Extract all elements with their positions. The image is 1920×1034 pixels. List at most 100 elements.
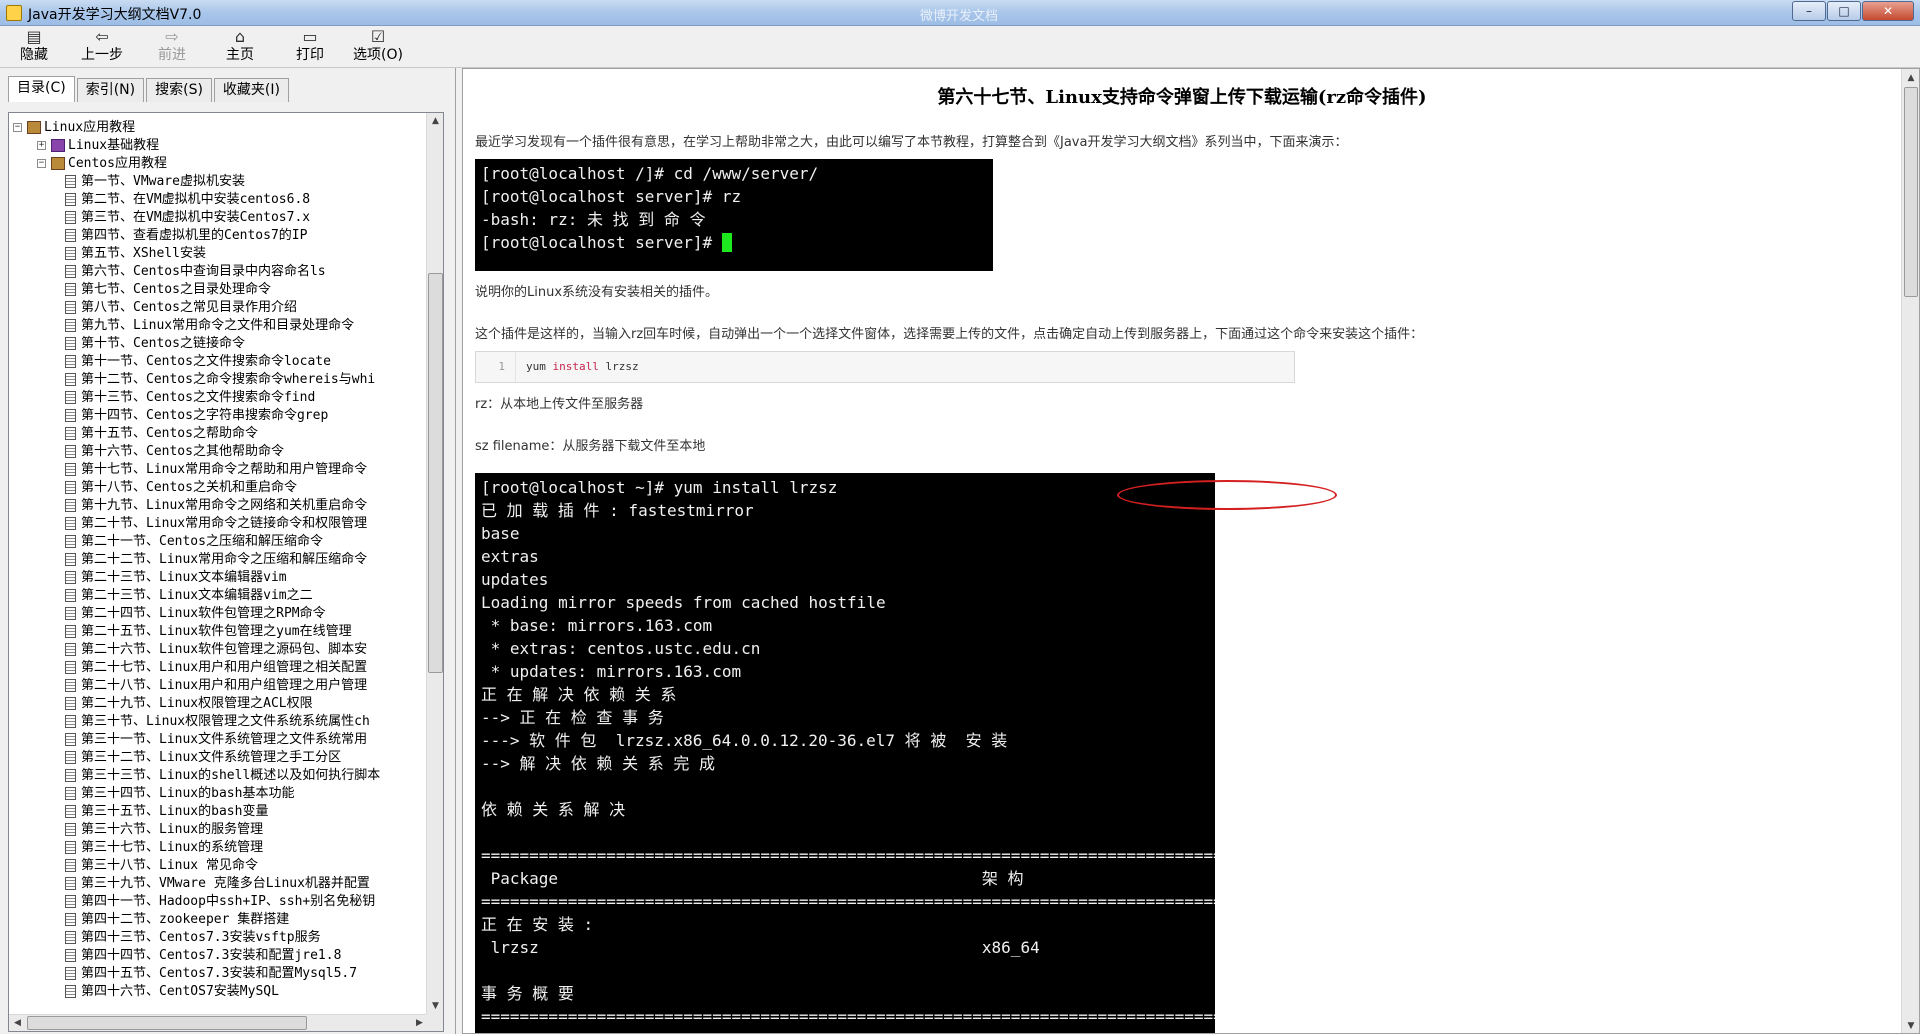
hide-button[interactable]: ▤ 隐藏 [4,28,64,66]
collapse-icon[interactable]: − [37,159,46,168]
terminal-screenshot-2: [root@localhost ~]# yum install lrzsz 已 … [475,473,1215,1033]
content-vertical-scrollbar[interactable]: ▲ ▼ [1901,69,1919,1033]
tree-item[interactable]: 第十六节、Centos之其他帮助命令 [65,443,284,461]
tree-item[interactable]: 第二十三节、Linux文本编辑器vim [65,569,287,587]
page-icon [65,445,76,458]
tree-item[interactable]: 第三十二节、Linux文件系统管理之手工分区 [65,749,341,767]
background-window-title: 微博开发文档 [920,9,999,24]
code-line-number: 1 [476,352,516,382]
terminal-line: [root@localhost server]# [481,233,722,252]
minimize-button[interactable]: – [1792,1,1826,21]
tree-item[interactable]: 第三十一节、Linux文件系统管理之文件系统常用 [65,731,367,749]
page-icon [65,787,76,800]
options-button[interactable]: ☑ 选项(O) [348,28,408,66]
scroll-left-arrow-icon[interactable]: ◀ [9,1015,26,1031]
tree-item[interactable]: 第二十八节、Linux用户和用户组管理之用户管理 [65,677,367,695]
page-icon [65,625,76,638]
tree-scroll-thumb[interactable] [428,273,443,673]
tree-horizontal-scrollbar[interactable]: ◀ ▶ [9,1014,428,1031]
tree-item[interactable]: 第四十三节、Centos7.3安装vsftp服务 [65,929,321,947]
tree-item[interactable]: 第十七节、Linux常用命令之帮助和用户管理命令 [65,461,367,479]
tree-item[interactable]: 第三十节、Linux权限管理之文件系统系统属性ch [65,713,370,731]
tree-item[interactable]: 第三十三节、Linux的shell概述以及如何执行脚本 [65,767,380,785]
tree-item[interactable]: 第二十一节、Centos之压缩和解压缩命令 [65,533,323,551]
tree-item[interactable]: 第二十四节、Linux软件包管理之RPM命令 [65,605,326,623]
scroll-up-arrow-icon[interactable]: ▲ [1902,69,1919,87]
tree-node-root[interactable]: − Linux应用教程 [13,119,135,137]
tab-search[interactable]: 搜索(S) [146,78,212,102]
tree-item[interactable]: 第二十七节、Linux用户和用户组管理之相关配置 [65,659,367,677]
tree-node-centos[interactable]: − Centos应用教程 [37,155,167,173]
contents-tree: − Linux应用教程 + Linux基础教程 − Centos应用教程 第一节、VM… [9,113,427,1013]
note-paragraph-1: 说明你的Linux系统没有安装相关的插件。 [475,285,719,300]
tree-item[interactable]: 第二十三节、Linux文本编辑器vim之二 [65,587,313,605]
page-icon [65,373,76,386]
tab-favorites[interactable]: 收藏夹(I) [213,78,289,102]
page-icon [65,553,76,566]
tree-hscroll-thumb[interactable] [27,1016,307,1030]
tree-item[interactable]: 第三十七节、Linux的系统管理 [65,839,263,857]
tree-item[interactable]: 第二十五节、Linux软件包管理之yum在线管理 [65,623,352,641]
navigation-pane: 目录(C) 索引(N) 搜索(S) 收藏夹(I) − Linux应用教程 + Lin… [0,68,456,1034]
tree-item[interactable]: 第三节、在VM虚拟机中安装Centos7.x [65,209,310,227]
maximize-button[interactable]: □ [1827,1,1861,21]
page-icon [65,265,76,278]
tree-item[interactable]: 第二节、在VM虚拟机中安装centos6.8 [65,191,310,209]
print-button[interactable]: ▭ 打印 [280,28,340,66]
tree-item[interactable]: 第三十八节、Linux 常见命令 [65,857,258,875]
tree-item[interactable]: 第十四节、Centos之字符串搜索命令grep [65,407,328,425]
scroll-down-arrow-icon[interactable]: ▼ [427,998,443,1015]
tree-item[interactable]: 第八节、Centos之常见目录作用介绍 [65,299,297,317]
hide-pane-icon: ▤ [26,27,42,46]
expand-icon[interactable]: + [37,141,46,150]
tree-item[interactable]: 第十八节、Centos之关机和重启命令 [65,479,297,497]
tree-item[interactable]: 第四节、查看虚拟机里的Centos7的IP [65,227,307,245]
tree-item[interactable]: 第十节、Centos之链接命令 [65,335,245,353]
tree-item[interactable]: 第六节、Centos中查询目录中内容命名ls [65,263,326,281]
tree-item[interactable]: 第九节、Linux常用命令之文件和目录处理命令 [65,317,354,335]
scroll-down-arrow-icon[interactable]: ▼ [1902,1017,1919,1033]
tree-item[interactable]: 第三十九节、VMware 克隆多台Linux机器并配置 [65,875,370,893]
tree-item[interactable]: 第二十二节、Linux常用命令之压缩和解压缩命令 [65,551,367,569]
code-block[interactable]: 1 yum install lrzsz [475,351,1295,383]
page-icon [65,661,76,674]
toolbar: ▤ 隐藏 ⇦ 上一步 ⇨ 前进 ⌂ 主页 ▭ 打印 ☑ 选项(O) [0,26,1920,68]
content-scroll-thumb[interactable] [1904,87,1918,297]
tree-item[interactable]: 第十五节、Centos之帮助命令 [65,425,258,443]
tree-item[interactable]: 第四十一节、Hadoop中ssh+IP、ssh+别名免秘钥 [65,893,375,911]
tree-item[interactable]: 第十九节、Linux常用命令之网络和关机重启命令 [65,497,367,515]
tree-item[interactable]: 第二十六节、Linux软件包管理之源码包、脚本安 [65,641,367,659]
page-icon [65,427,76,440]
code-line: yum install lrzsz [526,360,639,373]
tree-item[interactable]: 第四十五节、Centos7.3安装和配置Mysql5.7 [65,965,357,983]
home-button[interactable]: ⌂ 主页 [210,28,270,66]
collapse-icon[interactable]: − [13,123,22,132]
tree-item[interactable]: 第三十六节、Linux的服务管理 [65,821,263,839]
tree-vertical-scrollbar[interactable]: ▲ ▼ [426,113,443,1015]
tree-item[interactable]: 第七节、Centos之目录处理命令 [65,281,271,299]
page-icon [65,301,76,314]
tree-item[interactable]: 第二十九节、Linux权限管理之ACL权限 [65,695,313,713]
tree-item[interactable]: 第四十二节、zookeeper 集群搭建 [65,911,289,929]
tree-item[interactable]: 第三十四节、Linux的bash基本功能 [65,785,294,803]
tree-node-basics[interactable]: + Linux基础教程 [37,137,159,155]
tree-item[interactable]: 第十一节、Centos之文件搜索命令locate [65,353,331,371]
tree-item[interactable]: 第四十六节、CentOS7安装MySQL [65,983,279,1001]
title-bar: Java开发学习大纲文档V7.0 微博开发文档 – □ ✕ [0,0,1920,26]
window-title: Java开发学习大纲文档V7.0 [28,7,202,23]
forward-button[interactable]: ⇨ 前进 [142,28,202,66]
tree-item[interactable]: 第二十节、Linux常用命令之链接命令和权限管理 [65,515,367,533]
close-button[interactable]: ✕ [1862,1,1914,21]
tree-item[interactable]: 第一节、VMware虚拟机安装 [65,173,245,191]
page-icon [65,715,76,728]
tree-item[interactable]: 第十二节、Centos之命令搜索命令whereis与whi [65,371,375,389]
page-icon [65,643,76,656]
tab-contents[interactable]: 目录(C) [8,76,75,102]
back-button[interactable]: ⇦ 上一步 [72,28,132,66]
tree-item[interactable]: 第十三节、Centos之文件搜索命令find [65,389,315,407]
tree-item[interactable]: 第四十四节、Centos7.3安装和配置jre1.8 [65,947,341,965]
tree-item[interactable]: 第五节、XShell安装 [65,245,206,263]
tree-item[interactable]: 第三十五节、Linux的bash变量 [65,803,268,821]
scroll-up-arrow-icon[interactable]: ▲ [427,113,443,130]
tab-index[interactable]: 索引(N) [76,78,145,102]
